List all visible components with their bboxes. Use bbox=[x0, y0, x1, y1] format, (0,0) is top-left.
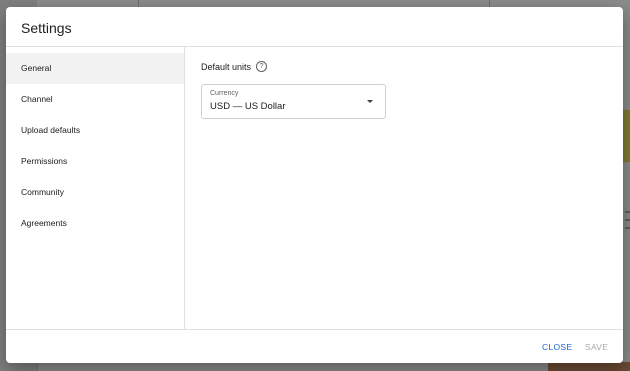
background-text-lines bbox=[623, 205, 630, 245]
background-divider bbox=[138, 0, 139, 7]
save-button[interactable]: SAVE bbox=[585, 342, 608, 352]
background-thumbnail bbox=[623, 110, 630, 162]
question-circle-icon[interactable]: ? bbox=[256, 61, 268, 72]
currency-value: USD — US Dollar bbox=[210, 101, 286, 112]
settings-dialog: Settings General Channel Upload defaults… bbox=[6, 7, 623, 363]
close-button[interactable]: CLOSE bbox=[542, 342, 572, 352]
settings-sidebar: General Channel Upload defaults Permissi… bbox=[6, 47, 185, 329]
dropdown-arrow-icon bbox=[367, 100, 373, 103]
currency-label: Currency bbox=[210, 90, 239, 97]
background-top-bar bbox=[37, 0, 630, 7]
sidebar-item-channel[interactable]: Channel bbox=[6, 84, 184, 115]
sidebar-item-community[interactable]: Community bbox=[6, 177, 184, 208]
sidebar-item-general[interactable]: General bbox=[6, 53, 184, 84]
background-divider bbox=[489, 0, 490, 7]
background-bottom-thumbnail bbox=[548, 362, 630, 371]
dialog-title: Settings bbox=[21, 20, 72, 36]
currency-select[interactable]: Currency USD — US Dollar bbox=[201, 84, 386, 119]
dialog-header: Settings bbox=[6, 7, 623, 47]
dialog-footer: CLOSE SAVE bbox=[6, 329, 623, 363]
sidebar-item-agreements[interactable]: Agreements bbox=[6, 208, 184, 239]
default-units-heading: Default units ? bbox=[201, 61, 268, 72]
sidebar-item-upload-defaults[interactable]: Upload defaults bbox=[6, 115, 184, 146]
sidebar-item-permissions[interactable]: Permissions bbox=[6, 146, 184, 177]
settings-content: Default units ? Currency USD — US Dollar bbox=[185, 47, 623, 329]
dialog-body: General Channel Upload defaults Permissi… bbox=[6, 47, 623, 329]
section-title-text: Default units bbox=[201, 61, 252, 72]
